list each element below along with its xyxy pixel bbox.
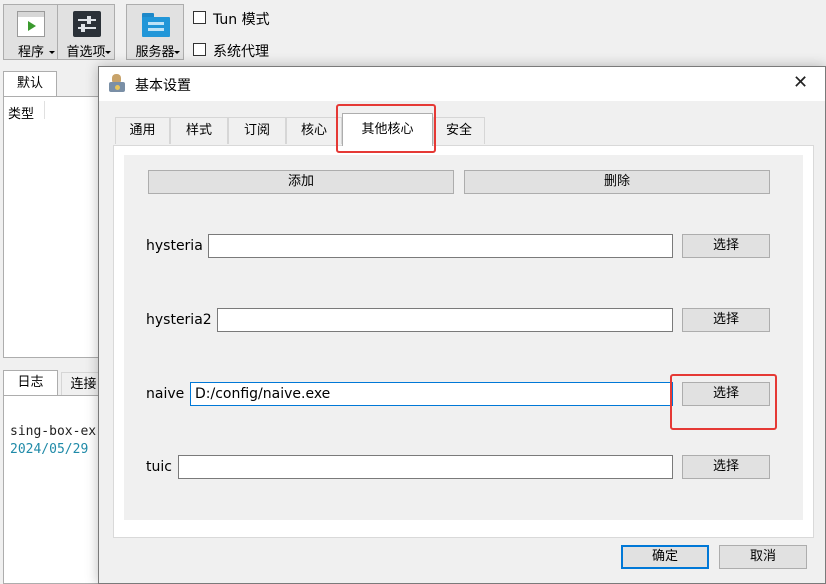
core-path-input-naive[interactable]: D:/config/naive.exe	[190, 382, 673, 406]
servers-button[interactable]: 服务器	[126, 4, 184, 60]
tab-style[interactable]: 样式	[170, 117, 228, 144]
ok-button[interactable]: 确定	[621, 545, 709, 569]
highlight-other-cores-tab	[336, 104, 436, 153]
tun-mode-checkbox[interactable]	[193, 11, 206, 24]
core-settings-group: 添加 删除 hysteria 选择 hysteria2 选择 naive D:/…	[124, 155, 803, 520]
log-pane: sing-box-ex 2024/05/29	[3, 395, 103, 584]
core-label-naive: naive	[146, 386, 185, 402]
close-icon[interactable]: ✕	[793, 72, 808, 94]
select-button-hysteria2[interactable]: 选择	[682, 308, 770, 332]
log-line: sing-box-ex	[10, 424, 97, 439]
tab-default-group[interactable]: 默认	[3, 71, 57, 97]
system-proxy-checkbox[interactable]	[193, 43, 206, 56]
core-path-input-hysteria[interactable]	[208, 234, 673, 258]
server-list-pane: 类型	[3, 96, 103, 358]
dropdown-arrow-icon	[105, 51, 111, 54]
select-button-tuic[interactable]: 选择	[682, 455, 770, 479]
settings-app-icon	[109, 74, 127, 94]
play-icon	[17, 11, 45, 37]
core-path-input-hysteria2[interactable]	[217, 308, 673, 332]
core-path-input-tuic[interactable]	[178, 455, 673, 479]
tab-subscription[interactable]: 订阅	[228, 117, 286, 144]
settings-dialog: 基本设置 ✕ 通用 样式 订阅 核心 安全 添加 删除 hysteria 选择 …	[98, 66, 826, 584]
highlight-naive-select-button	[670, 374, 777, 430]
tun-mode-label: Tun 模式	[213, 12, 270, 28]
preferences-button[interactable]: 首选项	[57, 4, 115, 60]
delete-button[interactable]: 删除	[464, 170, 770, 194]
select-button-hysteria[interactable]: 选择	[682, 234, 770, 258]
dropdown-arrow-icon	[49, 51, 55, 54]
core-label-hysteria: hysteria	[146, 238, 203, 254]
tab-log[interactable]: 日志	[3, 370, 58, 396]
server-folder-icon	[142, 11, 170, 37]
dialog-title: 基本设置	[135, 78, 191, 94]
sliders-icon	[73, 11, 101, 37]
tab-content-panel: 添加 删除 hysteria 选择 hysteria2 选择 naive D:/…	[113, 145, 814, 538]
core-label-hysteria2: hysteria2	[146, 312, 212, 328]
system-proxy-label: 系统代理	[213, 44, 269, 60]
tab-general[interactable]: 通用	[115, 117, 170, 144]
dropdown-arrow-icon	[174, 51, 180, 54]
dialog-titlebar: 基本设置 ✕	[99, 67, 825, 101]
log-timestamp: 2024/05/29	[10, 442, 89, 457]
program-button[interactable]: 程序	[3, 4, 59, 60]
core-label-tuic: tuic	[146, 459, 172, 475]
add-button[interactable]: 添加	[148, 170, 454, 194]
tab-core[interactable]: 核心	[286, 117, 342, 144]
column-header-type[interactable]: 类型	[8, 103, 34, 122]
cancel-button[interactable]: 取消	[719, 545, 807, 569]
tab-security[interactable]: 安全	[433, 117, 485, 144]
